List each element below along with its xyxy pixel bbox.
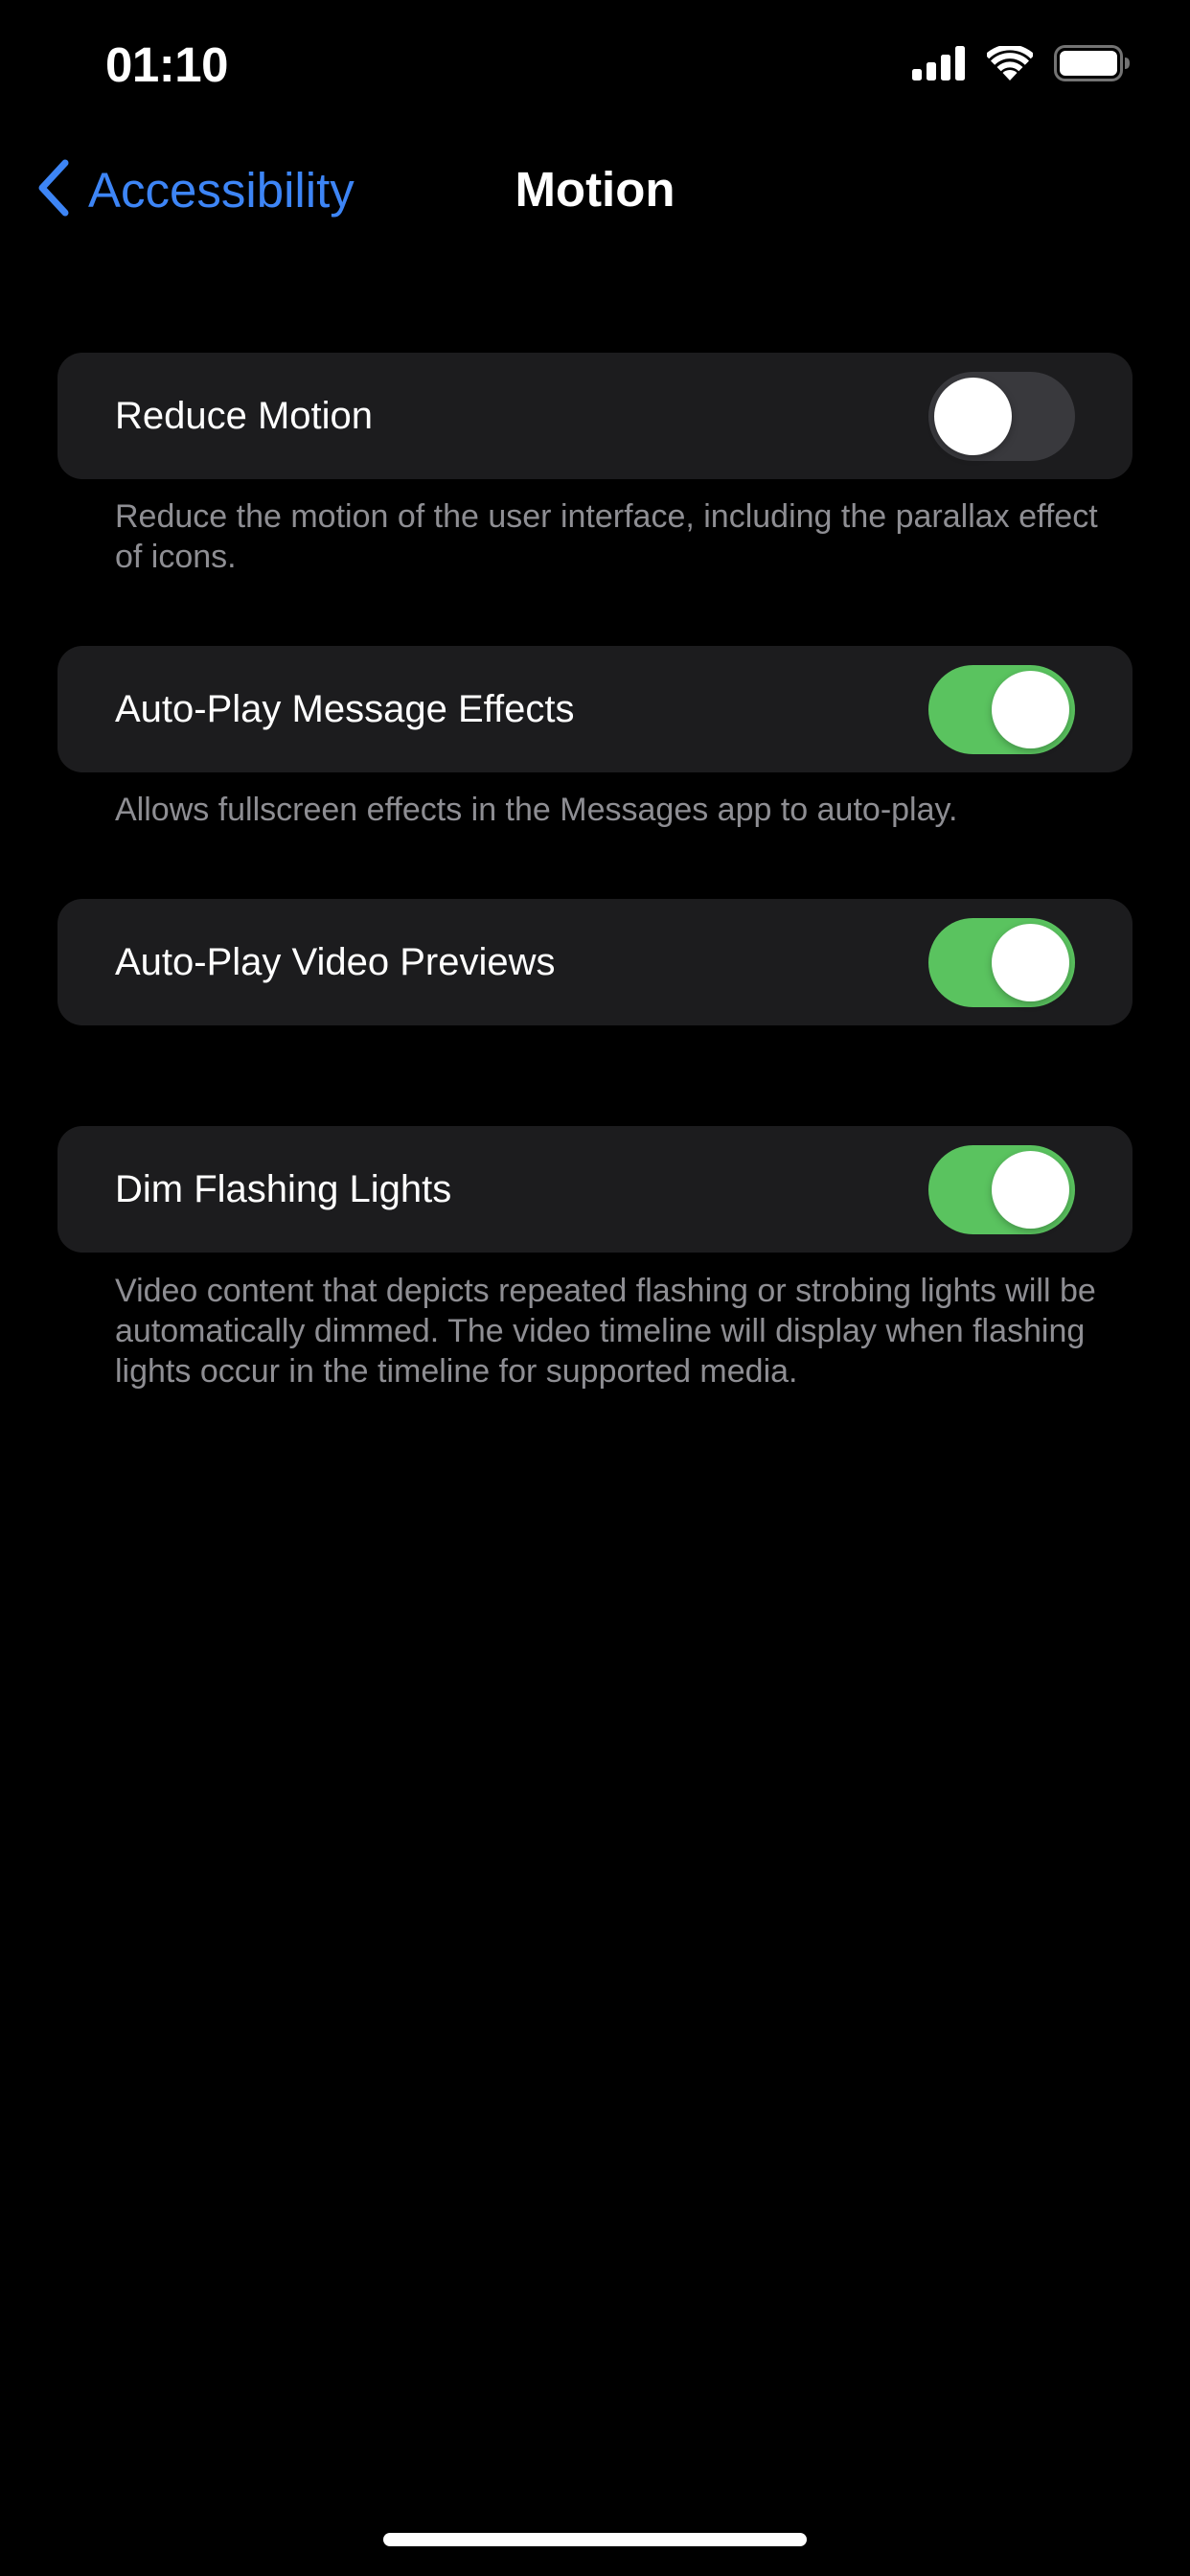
home-indicator[interactable] <box>383 2533 807 2546</box>
reduce-motion-footer: Reduce the motion of the user interface,… <box>115 498 1098 575</box>
dim-flashing-lights-row: Dim Flashing Lights <box>57 1126 1133 1253</box>
auto-play-message-effects-row: Auto-Play Message Effects <box>57 646 1133 772</box>
auto-play-message-effects-label: Auto-Play Message Effects <box>115 688 575 730</box>
auto-play-video-previews-row: Auto-Play Video Previews <box>57 899 1133 1025</box>
auto-play-message-effects-toggle[interactable] <box>928 665 1075 754</box>
dim-flashing-lights-footer: Video content that depicts repeated flas… <box>115 1273 1096 1390</box>
toggle-knob <box>992 924 1069 1001</box>
status-icons <box>912 42 1131 84</box>
auto-play-video-previews-toggle[interactable] <box>928 918 1075 1007</box>
toggle-knob <box>992 1151 1069 1229</box>
auto-play-video-previews-label: Auto-Play Video Previews <box>115 941 556 983</box>
wifi-icon <box>987 46 1033 80</box>
cellular-signal-icon <box>912 46 966 80</box>
toggle-knob <box>934 378 1012 455</box>
chevron-left-icon <box>34 159 71 221</box>
reduce-motion-toggle[interactable] <box>928 372 1075 461</box>
reduce-motion-row: Reduce Motion <box>57 353 1133 479</box>
back-button[interactable]: Accessibility <box>34 157 355 222</box>
status-time: 01:10 <box>105 37 228 92</box>
back-button-label: Accessibility <box>88 162 355 218</box>
reduce-motion-label: Reduce Motion <box>115 395 374 437</box>
battery-icon <box>1054 45 1131 81</box>
navigation-bar: Motion Accessibility <box>0 144 1190 236</box>
toggle-knob <box>992 671 1069 748</box>
auto-play-message-effects-footer: Allows fullscreen effects in the Message… <box>115 792 958 828</box>
status-bar: 01:10 <box>0 0 1190 134</box>
dim-flashing-lights-toggle[interactable] <box>928 1145 1075 1234</box>
dim-flashing-lights-label: Dim Flashing Lights <box>115 1168 452 1210</box>
